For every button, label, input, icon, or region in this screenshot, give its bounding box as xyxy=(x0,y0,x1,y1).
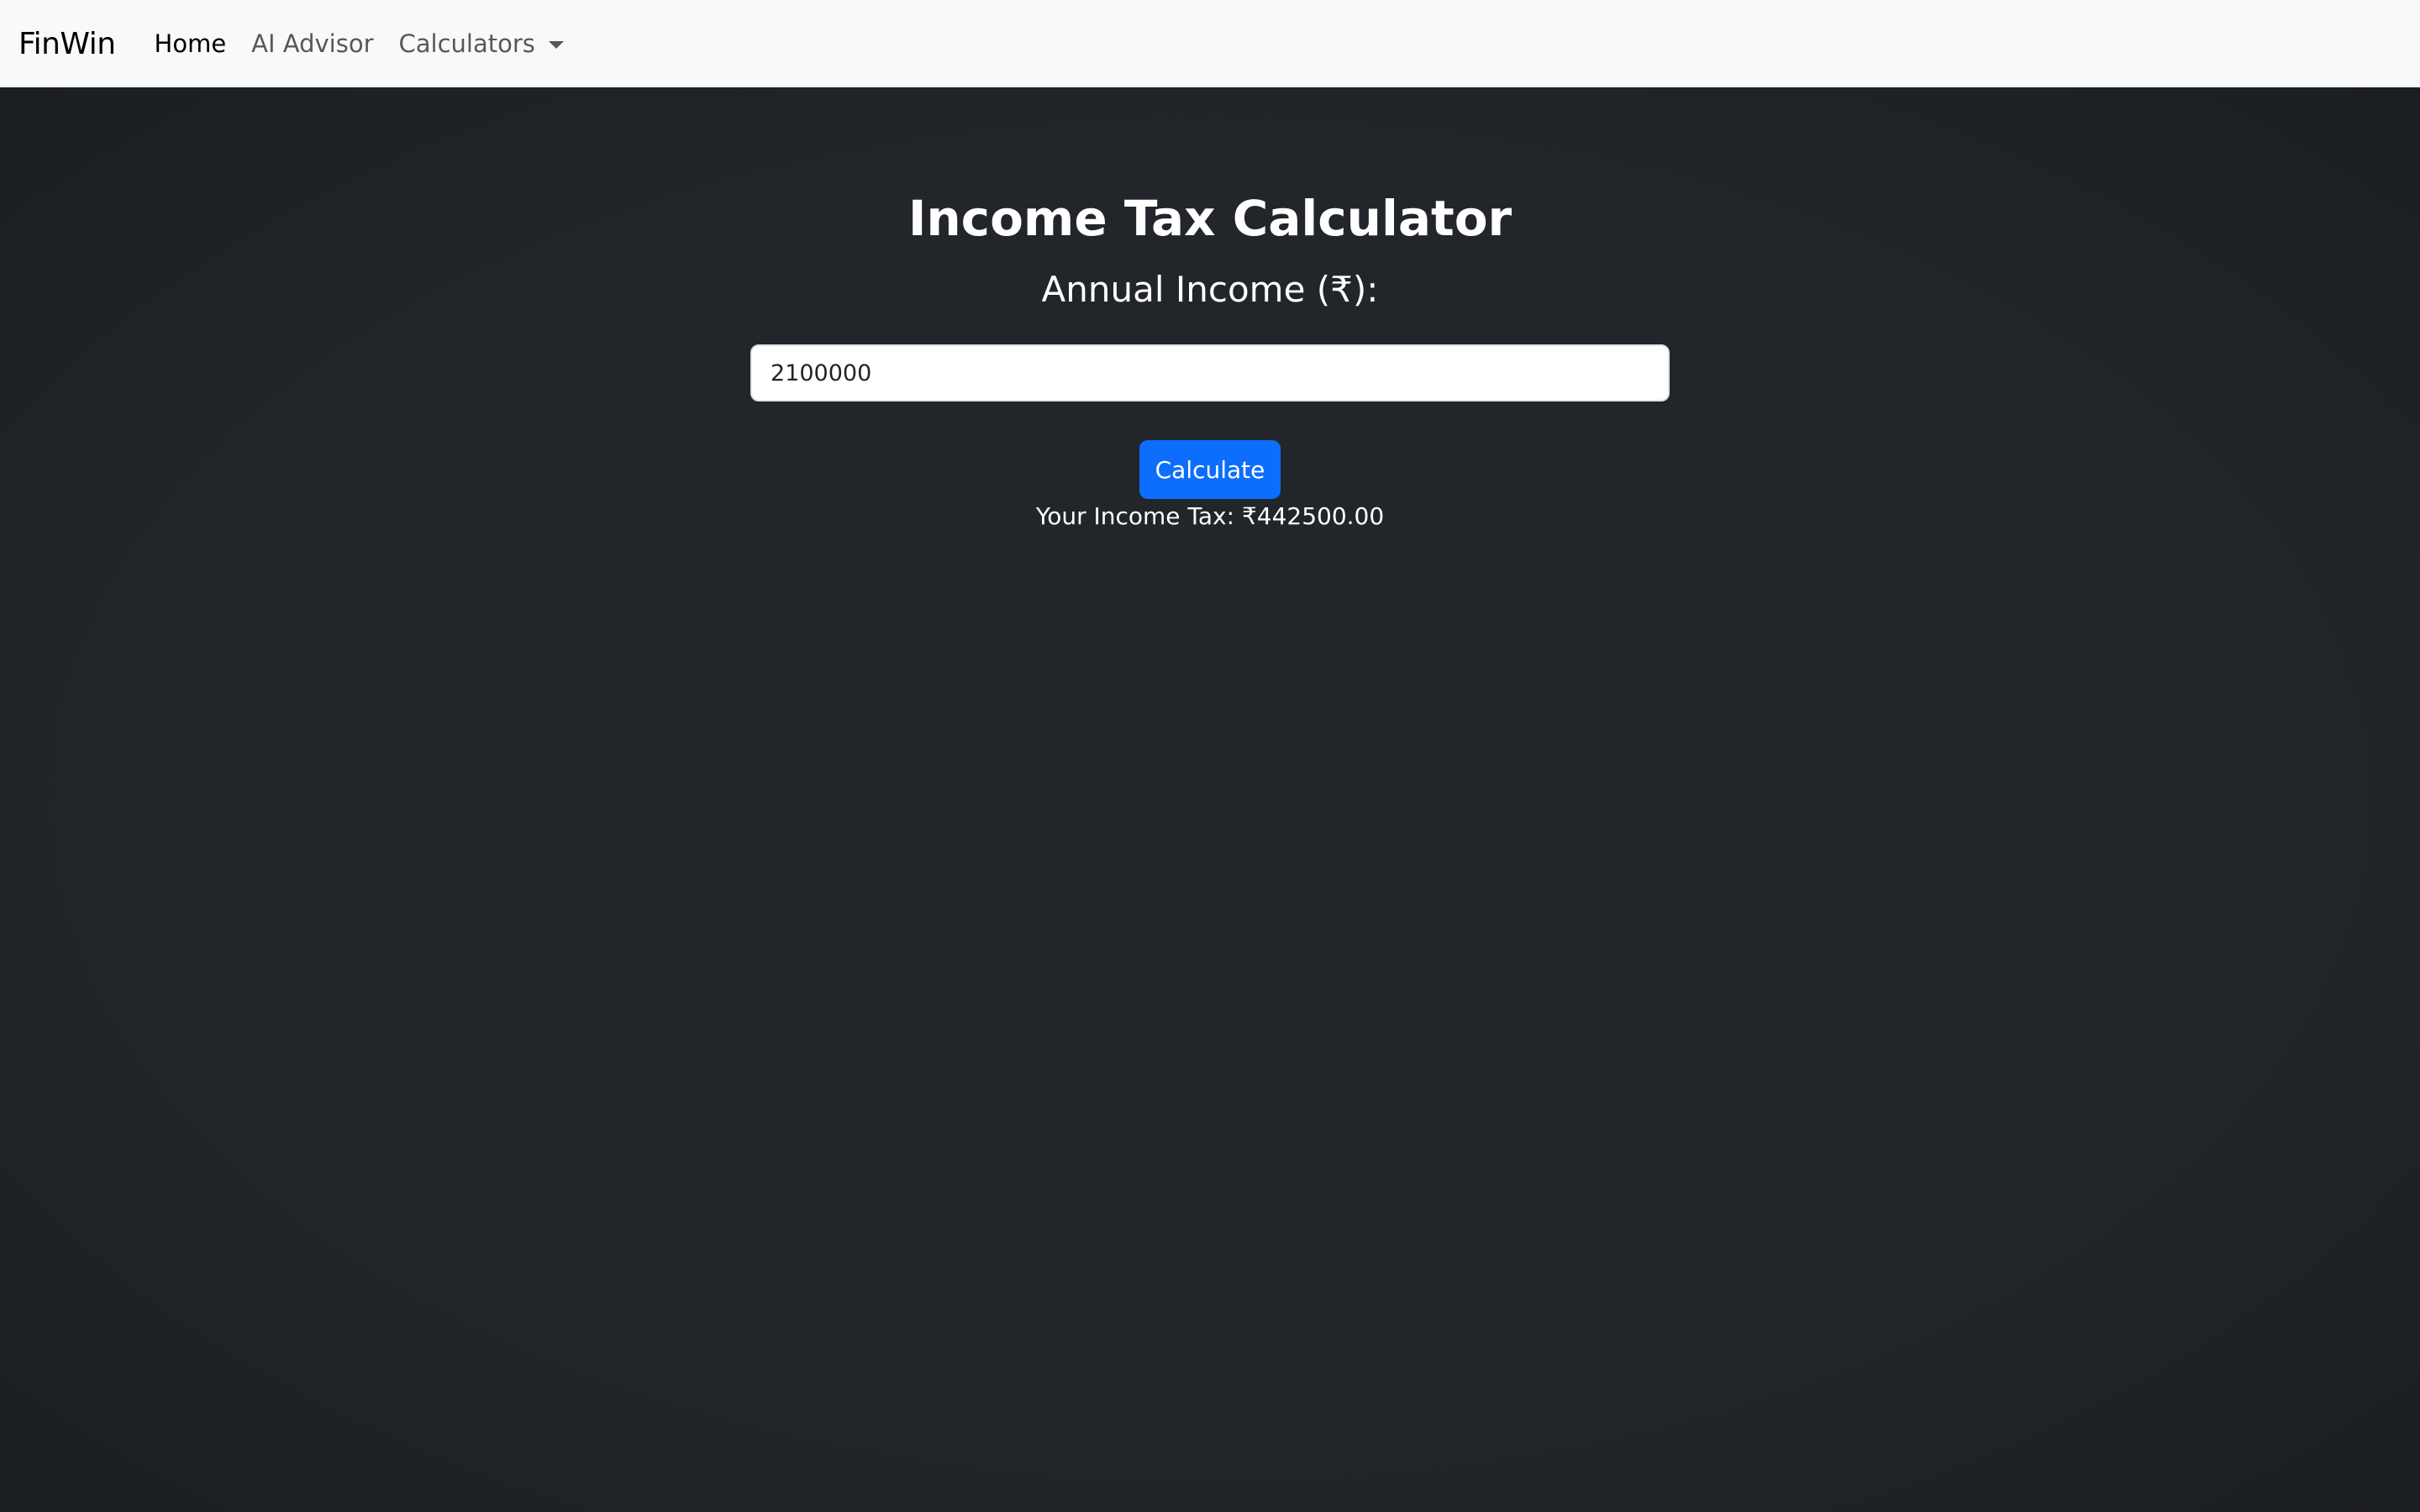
annual-income-input[interactable] xyxy=(750,344,1670,402)
brand-logo-link[interactable]: FinWin xyxy=(18,27,116,61)
caret-down-icon xyxy=(548,40,564,49)
nav-dropdown-calculators-label: Calculators xyxy=(398,29,535,58)
nav-link-home[interactable]: Home xyxy=(155,29,227,58)
nav-dropdown-calculators[interactable]: Calculators xyxy=(399,29,564,58)
page-title: Income Tax Calculator xyxy=(908,190,1512,247)
calculator-page: Income Tax Calculator Annual Income (₹):… xyxy=(0,87,2420,1512)
nav-link-home-label: Home xyxy=(154,29,227,58)
top-navbar: FinWin Home AI Advisor Calculators xyxy=(0,0,2420,87)
annual-income-label: Annual Income (₹): xyxy=(1041,269,1379,310)
nav-link-ai-advisor[interactable]: AI Advisor xyxy=(251,29,373,58)
nav-link-ai-advisor-label: AI Advisor xyxy=(251,29,374,58)
calculate-button[interactable]: Calculate xyxy=(1139,440,1281,499)
income-tax-result: Your Income Tax: ₹442500.00 xyxy=(1035,502,1385,530)
